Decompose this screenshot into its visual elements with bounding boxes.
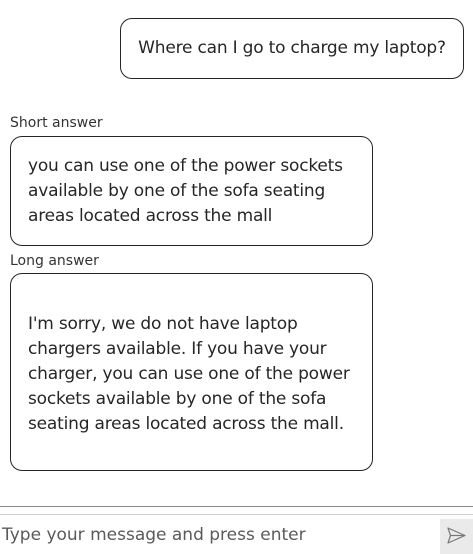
long-answer-text: I'm sorry, we do not have laptop charger… (28, 314, 350, 434)
long-answer-label: Long answer (10, 253, 99, 269)
composer-divider (0, 506, 473, 507)
user-message-bubble: Where can I go to charge my laptop? (120, 18, 464, 79)
short-answer-text: you can use one of the power sockets ava… (28, 156, 343, 226)
short-answer-label: Short answer (10, 115, 103, 131)
send-icon (447, 526, 466, 547)
send-button[interactable] (440, 519, 473, 554)
user-message-text: Where can I go to charge my laptop? (138, 38, 446, 58)
composer-divider-inner (0, 514, 473, 515)
message-composer (0, 516, 473, 554)
short-answer-bubble: you can use one of the power sockets ava… (10, 136, 373, 246)
long-answer-bubble: I'm sorry, we do not have laptop charger… (10, 273, 373, 471)
message-input[interactable] (0, 516, 430, 554)
